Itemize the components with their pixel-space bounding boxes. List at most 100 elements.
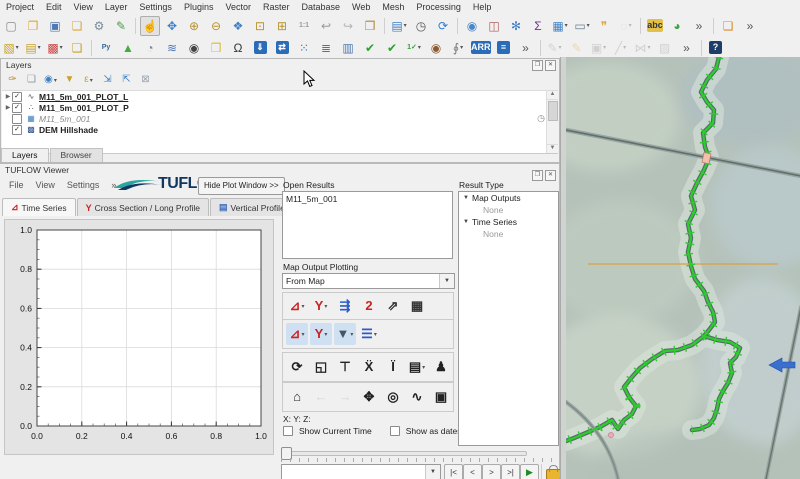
layer-list-scrollbar[interactable]: ▲▼ — [546, 91, 558, 153]
step-next-button[interactable]: > — [482, 464, 501, 479]
result-type-tree[interactable]: ▼Map OutputsNone▼Time SeriesNone — [458, 191, 559, 446]
menu-project[interactable]: Project — [0, 1, 40, 13]
plot-options-button[interactable]: ∿ — [406, 386, 428, 408]
tuflow-menu-settings[interactable]: Settings — [62, 179, 105, 191]
plot-area[interactable]: 0.00.20.40.60.81.00.00.20.40.60.81.0 — [4, 219, 274, 455]
toolbar-overflow-2-button[interactable]: » — [740, 16, 760, 36]
layer-row[interactable]: ▩DEM Hillshade — [2, 124, 558, 135]
attribute-table-button[interactable]: ▦▾ — [550, 16, 570, 36]
menu-edit[interactable]: Edit — [40, 1, 68, 13]
zoom-last-button[interactable]: ↩ — [316, 16, 336, 36]
zoom-to-selection-button[interactable]: ⊡ — [250, 16, 270, 36]
lock-icon[interactable] — [546, 469, 561, 479]
time-slider[interactable] — [281, 446, 527, 458]
menu-vector[interactable]: Vector — [219, 1, 257, 13]
user-plot-data-button[interactable]: ♟ — [430, 356, 452, 378]
time-combo-arrow-icon[interactable]: ▼ — [425, 465, 440, 479]
tab-time-series[interactable]: ⊿Time Series — [2, 198, 76, 216]
menu-raster[interactable]: Raster — [257, 1, 296, 13]
layer-name[interactable]: M11_5m_001 — [39, 114, 90, 124]
collapse-all-button[interactable]: ⇱ — [118, 72, 135, 89]
gdal-tool-button[interactable]: ◔ — [140, 38, 160, 58]
layer-checkbox[interactable] — [12, 103, 22, 113]
add-group-button[interactable]: ❑ — [23, 72, 40, 89]
step-prev-button[interactable]: < — [463, 464, 482, 479]
plot-pan-button[interactable]: ✥ — [358, 386, 380, 408]
bear-plugin-button[interactable]: ◉ — [426, 38, 446, 58]
tuflow-terrain-button[interactable]: ▲ — [118, 38, 138, 58]
new-map-view-button[interactable]: ❒ — [360, 16, 380, 36]
save-project-as-button[interactable]: ❏ — [67, 16, 87, 36]
legend-options-button[interactable]: ▤▾ — [406, 356, 428, 378]
identify-features-button[interactable]: ◉ — [462, 16, 482, 36]
tuflow-menu-view[interactable]: View — [31, 179, 60, 191]
menu-settings[interactable]: Settings — [133, 1, 178, 13]
pan-to-selection-button[interactable]: ✥ — [162, 16, 182, 36]
layer-expander-icon[interactable]: ▶ — [4, 104, 12, 111]
plot-source-dropdown[interactable]: From Map ▼ — [282, 273, 455, 289]
zoom-in-button[interactable]: ⊕ — [184, 16, 204, 36]
menu-processing[interactable]: Processing — [410, 1, 467, 13]
tab-browser[interactable]: Browser — [50, 148, 103, 162]
layer-expander-icon[interactable]: ▶ — [4, 93, 12, 100]
processing-toolbox-button[interactable]: ✻ — [506, 16, 526, 36]
red-green-stack-button[interactable]: ≣ — [316, 38, 336, 58]
tree-twisty-icon[interactable]: ▼ — [463, 219, 472, 225]
menu-help[interactable]: Help — [467, 1, 498, 13]
statistical-summary-button[interactable]: Σ — [528, 16, 548, 36]
plot-zoom-button[interactable]: ◎ — [382, 386, 404, 408]
axis-labels-button[interactable]: ⊤ — [334, 356, 356, 378]
remove-layer-button[interactable]: ⊠ — [137, 72, 154, 89]
menu-web[interactable]: Web — [346, 1, 376, 13]
open-project-button[interactable]: ❐ — [23, 16, 43, 36]
menu-layer[interactable]: Layer — [99, 1, 134, 13]
menu-plugins[interactable]: Plugins — [178, 1, 220, 13]
hide-plot-window-button[interactable]: Hide Plot Window >> — [198, 177, 285, 195]
dropdown-arrow-icon[interactable]: ▼ — [439, 274, 454, 288]
open-results-item[interactable]: M11_5m_001 — [283, 192, 452, 206]
select-features-button[interactable]: ▧▾ — [1, 38, 21, 58]
layer-name[interactable]: DEM Hillshade — [39, 125, 98, 135]
timeseries-plot-mode-button[interactable]: ⊿▾ — [286, 295, 308, 317]
check-1-button[interactable]: 1✓▾ — [404, 38, 424, 58]
open-results-list[interactable]: M11_5m_001 — [282, 191, 453, 259]
omega-tool-button[interactable]: Ω — [228, 38, 248, 58]
layer-name[interactable]: M11_5m_001_PLOT_L — [39, 92, 128, 102]
tree-child-item[interactable]: None — [459, 204, 558, 216]
x-axis-limits-button[interactable]: Ẍ — [358, 356, 380, 378]
zoom-to-layer-button[interactable]: ⊞ — [272, 16, 292, 36]
paperclip-button[interactable]: ∮▾ — [448, 38, 468, 58]
batch-plot-button[interactable]: ☰▾ — [358, 323, 380, 345]
style-manager-button[interactable]: ✎ — [111, 16, 131, 36]
layer-checkbox[interactable] — [12, 92, 22, 102]
filter-by-expression-button[interactable]: ε▾ — [80, 72, 97, 89]
grid-plot-button[interactable]: ▦ — [406, 295, 428, 317]
zoom-native-button[interactable]: 1:1 — [294, 16, 314, 36]
layer-checkbox[interactable] — [12, 114, 22, 124]
zoom-full-button[interactable]: ❖ — [228, 16, 248, 36]
step-last-button[interactable]: >| — [501, 464, 520, 479]
clear-plot-button[interactable]: ◱ — [310, 356, 332, 378]
timeseries-from-map-button[interactable]: ⊿▾ — [286, 323, 308, 345]
tuflow-menu-file[interactable]: File — [4, 179, 29, 191]
layer-row[interactable]: ▶∿M11_5m_001_PLOT_L — [2, 91, 558, 102]
blue-image-button[interactable]: ▥ — [338, 38, 358, 58]
map-tips-button[interactable]: ❞ — [594, 16, 614, 36]
check-main-button[interactable]: ✔ — [382, 38, 402, 58]
checkbox-show-as-dates[interactable]: Show as dates — [390, 426, 462, 436]
menu-database[interactable]: Database — [296, 1, 347, 13]
deselect-all-button[interactable]: ▩▾ — [45, 38, 65, 58]
open-layer-styling-button[interactable]: ✑ — [4, 72, 21, 89]
flux-secondary-axis-button[interactable]: 2 — [358, 295, 380, 317]
tree-node-map-outputs[interactable]: ▼Map Outputs — [459, 192, 558, 204]
checkbox-show-current-time[interactable]: Show Current Time — [283, 426, 372, 436]
tuflow-panel-float-icon[interactable]: ❐ — [532, 170, 543, 181]
tree-twisty-icon[interactable]: ▼ — [463, 195, 472, 201]
tuflow-panel-close-icon[interactable]: ✕ — [545, 170, 556, 181]
mesh-layer-tool-button[interactable]: ≋ — [162, 38, 182, 58]
filter-legend-button[interactable]: ▼ — [61, 72, 78, 89]
layers-panel-close-icon[interactable]: ✕ — [545, 60, 556, 71]
bookmarks-button[interactable]: ▤▾ — [389, 16, 409, 36]
zoom-out-button[interactable]: ⊖ — [206, 16, 226, 36]
checkbox-box[interactable] — [390, 426, 400, 436]
